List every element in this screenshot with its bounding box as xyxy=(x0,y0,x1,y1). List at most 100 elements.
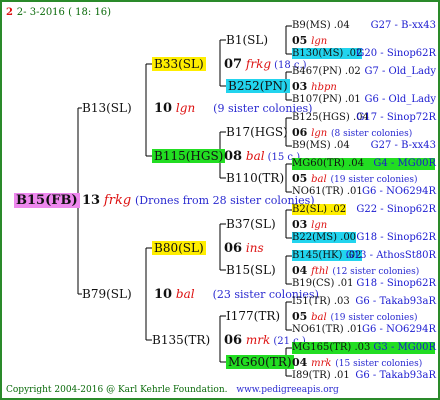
l3-note: (15 sister colonies) xyxy=(335,359,423,369)
l4-node[interactable]: NO61(TR) .01 xyxy=(292,186,363,198)
l3-note: (8 sister colonies) xyxy=(331,129,413,139)
l3-mating: 04 mrk (15 sister colonies) xyxy=(292,355,422,371)
l3-mating: 05 bal (19 sister colonies) xyxy=(292,309,417,325)
l1-node[interactable]: B13(SL) xyxy=(82,101,132,115)
l2-node[interactable]: B33(SL) xyxy=(152,57,206,71)
l3-count: 05 xyxy=(292,310,308,323)
l3-note: (12 sister colonies) xyxy=(332,267,420,277)
l3-id: B17(HGS) xyxy=(226,125,288,139)
l4-id: MG165(TR) .03 xyxy=(292,342,371,353)
l4-ref: G18 - Sinop62R xyxy=(356,278,436,289)
l4-node[interactable]: B467(PN) .02 xyxy=(292,66,361,78)
footer: Copyright 2004-2016 @ Karl Kehrle Founda… xyxy=(6,385,339,396)
l3-node[interactable]: B252(PN) xyxy=(226,79,290,93)
l2-origin: frkg xyxy=(245,57,272,71)
l3-node[interactable]: B15(SL) xyxy=(226,263,276,277)
copyright-text: Copyright 2004-2016 @ Karl Kehrle Founda… xyxy=(6,385,228,395)
l3-id: B110(TR) xyxy=(226,171,285,185)
l3-id: B1(SL) xyxy=(226,33,269,47)
root-mating: 13 frkg (Drones from 28 sister colonies) xyxy=(82,193,315,208)
l3-node[interactable]: B1(SL) xyxy=(226,33,268,47)
l4-ref: G6 - Old_Lady xyxy=(364,94,436,105)
l3-origin: bal xyxy=(311,312,327,323)
l4-node[interactable]: I89(TR) .01 xyxy=(292,370,350,382)
l2-node[interactable]: B115(HGS) xyxy=(152,149,226,163)
l4-id: MG60(TR) .04 xyxy=(292,158,365,169)
l2-count: 08 xyxy=(224,149,243,164)
l1-id: B13(SL) xyxy=(82,101,132,115)
l4-id: B22(MS) .00 xyxy=(292,232,357,243)
l3-origin: mrk xyxy=(311,358,332,369)
l3-note: (19 sister colonies) xyxy=(330,175,418,185)
l4-ref: G22 - Sinop62R xyxy=(356,204,436,215)
l2-count: 06 xyxy=(224,333,243,348)
timestamp: 2- 3-2016 ( 18: 16) xyxy=(16,7,112,18)
l1-origin: bal xyxy=(175,287,195,301)
l3-count: 04 xyxy=(292,264,308,277)
l3-mating: 04 fthl (12 sister colonies) xyxy=(292,263,419,279)
root-id: B15(FB) xyxy=(14,193,80,208)
l3-mating: 05 lgn xyxy=(292,33,327,49)
l4-node[interactable]: B130(MS) .02 xyxy=(292,48,363,60)
l2-count: 07 xyxy=(224,57,243,72)
l1-id: B79(SL) xyxy=(82,287,132,301)
l3-origin: lgn xyxy=(311,128,328,139)
l4-ref: G6 - NO6294R xyxy=(361,186,436,197)
l3-node[interactable]: B17(HGS) xyxy=(226,125,288,139)
l2-id: B80(SL) xyxy=(152,241,206,255)
site-link[interactable]: www.pedigreeapis.org xyxy=(236,385,338,395)
l2-id: B115(HGS) xyxy=(152,149,226,163)
l4-node[interactable]: I51(TR) .03 xyxy=(292,296,350,308)
l1-node[interactable]: B79(SL) xyxy=(82,287,132,301)
l3-node[interactable]: MG60(TR) xyxy=(226,355,294,369)
l4-ref: G27 - B-xx43 xyxy=(370,140,436,151)
l3-count: 05 xyxy=(292,172,308,185)
l4-node[interactable]: B9(MS) .04 xyxy=(292,20,350,32)
l4-ref: G3 - MG00R xyxy=(373,342,436,353)
l2-node[interactable]: B135(TR) xyxy=(152,333,210,347)
corner-symbol: 2 xyxy=(6,7,13,18)
l1-count: 10 xyxy=(154,101,173,116)
l3-count: 06 xyxy=(292,126,308,139)
l4-ref: G17 - Sinop72R xyxy=(356,112,436,123)
l3-id: MG60(TR) xyxy=(226,355,294,369)
l4-ref: G6 - NO6294R xyxy=(361,324,436,335)
l3-note: (19 sister colonies) xyxy=(330,313,418,323)
header-row: 2 2- 3-2016 ( 18: 16) xyxy=(6,4,111,20)
l4-node[interactable]: B107(PN) .01 xyxy=(292,94,361,106)
l4-node[interactable]: B2(SL) .02 xyxy=(292,204,347,216)
l3-count: 04 xyxy=(292,356,308,369)
l3-mating: 03 lgn xyxy=(292,217,327,233)
l4-node[interactable]: NO61(TR) .01 xyxy=(292,324,363,336)
l3-mating: 06 lgn (8 sister colonies) xyxy=(292,125,412,141)
l3-node[interactable]: I177(TR) xyxy=(226,309,280,323)
l4-node[interactable]: B19(CS) .01 xyxy=(292,278,353,290)
l3-id: B15(SL) xyxy=(226,263,276,277)
l3-mating: 05 bal (19 sister colonies) xyxy=(292,171,417,187)
root-node[interactable]: B15(FB) xyxy=(14,193,80,208)
l3-node[interactable]: B110(TR) xyxy=(226,171,284,185)
l1-count: 10 xyxy=(154,287,173,302)
l4-ref: G20 - Sinop62R xyxy=(356,48,436,59)
l4-ref: G27 - B-xx43 xyxy=(370,20,436,31)
l2-mating: 08 bal (15 c.) xyxy=(224,149,300,165)
l3-origin: lgn xyxy=(311,36,328,47)
l3-origin: fthl xyxy=(311,266,329,277)
l2-id: B135(TR) xyxy=(152,333,211,347)
l2-origin: bal xyxy=(245,149,265,163)
l1-origin: lgn xyxy=(175,101,196,115)
l2-mating: 06 ins xyxy=(224,241,264,256)
root-count: 13 xyxy=(82,193,101,208)
l4-node[interactable]: B22(MS) .00 xyxy=(292,232,357,244)
l4-ref: G18 - Sinop62R xyxy=(356,232,436,243)
l4-ref: G6 - Takab93aR xyxy=(355,370,436,381)
l4-ref: G6 - Takab93aR xyxy=(355,296,436,307)
l2-count: 06 xyxy=(224,241,243,256)
l2-node[interactable]: B80(SL) xyxy=(152,241,206,255)
l3-origin: bal xyxy=(311,174,327,185)
l3-mating: 03 hbpn xyxy=(292,79,337,95)
l3-id: I177(TR) xyxy=(226,309,281,323)
l4-id: B130(MS) .02 xyxy=(292,48,363,59)
l3-node[interactable]: B37(SL) xyxy=(226,217,276,231)
l4-node[interactable]: B9(MS) .04 xyxy=(292,140,350,152)
